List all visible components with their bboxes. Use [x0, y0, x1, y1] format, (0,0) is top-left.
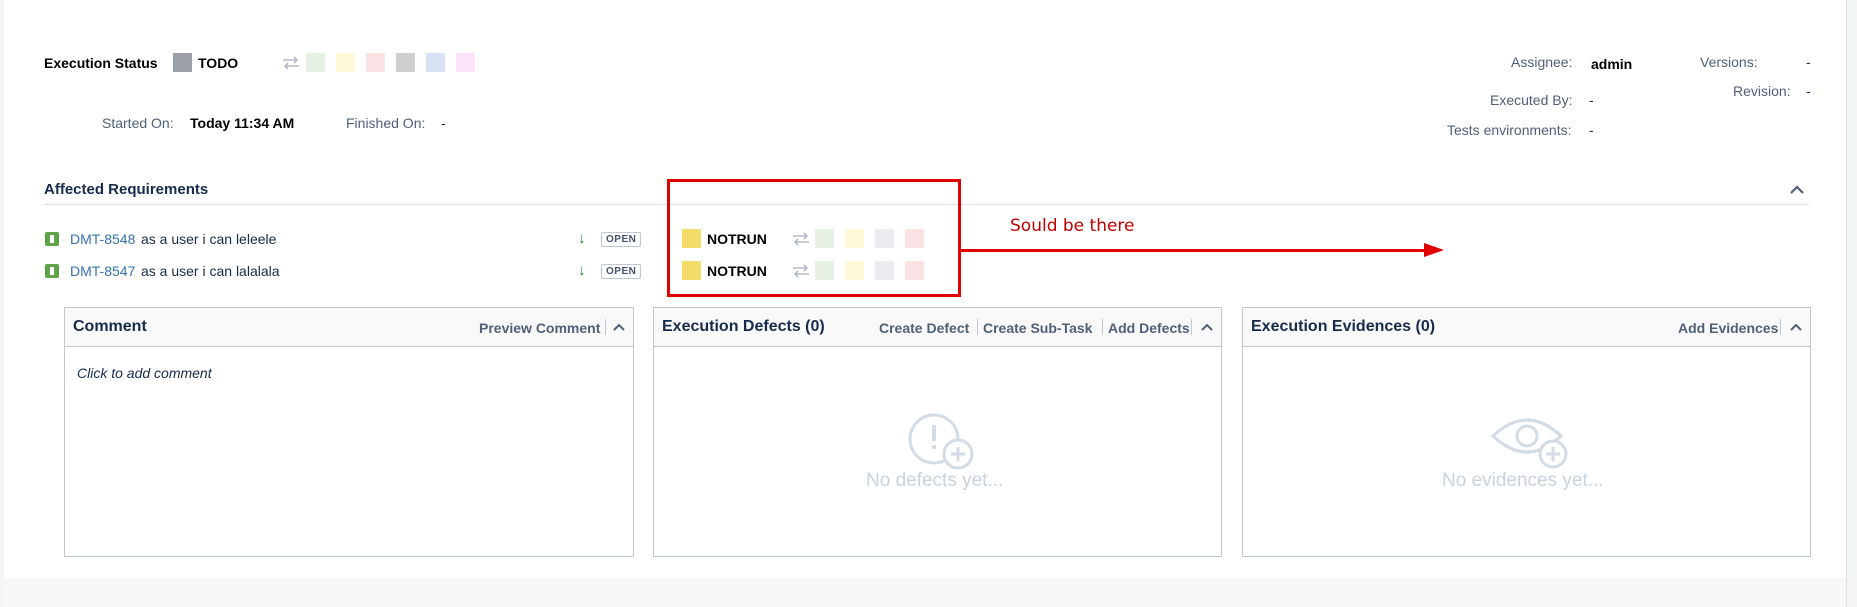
- preview-comment-button[interactable]: Preview Comment: [479, 320, 600, 336]
- annotation-highlight-box: [667, 179, 961, 297]
- finished-on-label: Finished On:: [346, 115, 426, 131]
- annotation-arrow-line: [961, 249, 1439, 252]
- swap-arrows-icon[interactable]: [281, 56, 301, 70]
- status-option-swatch[interactable]: [456, 53, 475, 72]
- status-current-swatch: [173, 53, 192, 72]
- arrow-down-icon: ↓: [578, 262, 586, 279]
- execution-defects-panel: Execution Defects (0) Create Defect Crea…: [653, 307, 1222, 557]
- status-option-swatch[interactable]: [426, 53, 445, 72]
- action-separator: [1780, 319, 1781, 335]
- revision-label: Revision:: [1733, 83, 1791, 99]
- add-comment-placeholder[interactable]: Click to add comment: [77, 365, 212, 381]
- comment-panel-header: Comment Preview Comment: [65, 308, 633, 347]
- execution-status-label: Execution Status: [44, 55, 158, 71]
- no-evidences-text: No evidences yet...: [1442, 470, 1604, 491]
- annotation-arrow-head: [1424, 243, 1444, 257]
- annotation-text: Sould be there: [1010, 216, 1135, 236]
- affected-requirements-title: Affected Requirements: [44, 181, 209, 198]
- revision-value: -: [1806, 83, 1811, 99]
- add-evidences-button[interactable]: Add Evidences: [1678, 320, 1778, 336]
- executed-by-label: Executed By:: [1490, 92, 1573, 108]
- started-on-value: Today 11:34 AM: [190, 115, 295, 131]
- assignee-value[interactable]: admin: [1591, 56, 1632, 72]
- requirement-status-badge: OPEN: [601, 232, 642, 247]
- chevron-up-icon[interactable]: [1199, 320, 1215, 334]
- vertical-scrollbar[interactable]: [1846, 0, 1857, 607]
- chevron-up-icon[interactable]: [611, 320, 627, 334]
- requirement-summary: as a user i can lalalala: [141, 263, 280, 279]
- evidences-panel-header: Execution Evidences (0) Add Evidences: [1243, 308, 1810, 347]
- started-on-label: Started On:: [102, 115, 174, 131]
- assignee-label: Assignee:: [1511, 54, 1573, 70]
- alert-plus-icon: [908, 413, 974, 470]
- comment-panel: Comment Preview Comment Click to add com…: [64, 307, 634, 557]
- finished-on-value: -: [441, 115, 446, 131]
- versions-label: Versions:: [1700, 54, 1758, 70]
- requirement-type-icon: [45, 232, 59, 246]
- action-separator: [977, 319, 978, 335]
- tests-environments-value: -: [1589, 122, 1594, 138]
- defects-panel-header: Execution Defects (0) Create Defect Crea…: [654, 308, 1221, 347]
- requirement-type-icon: [45, 264, 59, 278]
- chevron-up-icon[interactable]: [1788, 183, 1806, 197]
- status-option-swatch[interactable]: [366, 53, 385, 72]
- requirement-status-badge: OPEN: [601, 264, 642, 279]
- create-defect-button[interactable]: Create Defect: [879, 320, 969, 336]
- versions-value: -: [1806, 54, 1811, 70]
- executed-by-value: -: [1589, 92, 1594, 108]
- eye-plus-icon: [1490, 418, 1568, 469]
- evidences-title: Execution Evidences (0): [1251, 318, 1436, 335]
- page-left-edge: [0, 0, 4, 607]
- action-separator: [1102, 319, 1103, 335]
- status-option-swatch[interactable]: [336, 53, 355, 72]
- chevron-up-icon[interactable]: [1788, 320, 1804, 334]
- status-option-swatch[interactable]: [306, 53, 325, 72]
- status-option-swatch[interactable]: [396, 53, 415, 72]
- execution-evidences-panel: Execution Evidences (0) Add Evidences No…: [1242, 307, 1811, 557]
- add-defects-button[interactable]: Add Defects: [1108, 320, 1190, 336]
- create-subtask-button[interactable]: Create Sub-Task: [983, 320, 1092, 336]
- page-footer-band: [4, 578, 1846, 607]
- requirement-summary: as a user i can leleele: [141, 231, 277, 247]
- defects-title: Execution Defects (0): [662, 318, 825, 335]
- tests-environments-label: Tests environments:: [1447, 122, 1572, 138]
- no-defects-text: No defects yet...: [866, 470, 1004, 491]
- execution-status-value: TODO: [198, 55, 239, 71]
- requirement-key-link[interactable]: DMT-8548: [70, 231, 135, 247]
- requirement-key-link[interactable]: DMT-8547: [70, 263, 135, 279]
- action-separator: [605, 319, 606, 335]
- arrow-down-icon: ↓: [578, 230, 586, 247]
- comment-title: Comment: [73, 318, 147, 335]
- action-separator: [1191, 319, 1192, 335]
